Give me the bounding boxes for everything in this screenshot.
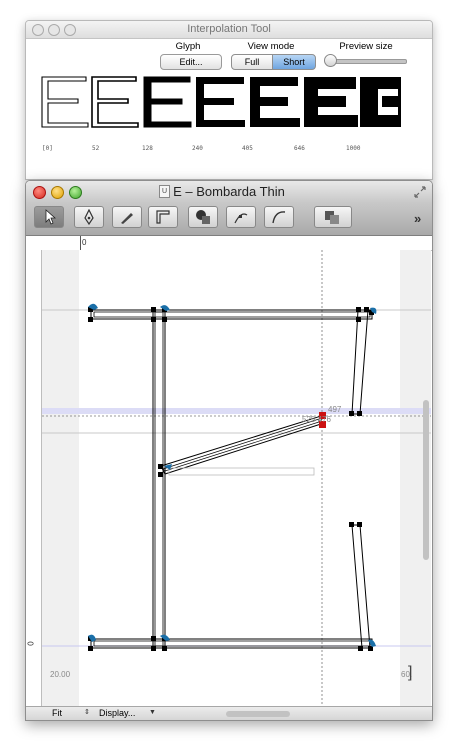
preview-glyph-1 xyxy=(91,76,139,128)
middle-arm-outline xyxy=(160,415,322,475)
edit-button[interactable]: Edit... xyxy=(160,54,222,70)
view-mode-label: View mode xyxy=(247,41,295,52)
xheight-guide xyxy=(42,408,431,414)
display-menu-arrow-icon[interactable]: ▼ xyxy=(149,709,156,716)
bottom-bar-inner xyxy=(93,640,371,647)
node-tool[interactable] xyxy=(226,206,256,228)
ruler-origin-tick xyxy=(80,236,81,250)
glyph-outline-svg[interactable] xyxy=(42,250,431,708)
window-title: Interpolation Tool xyxy=(187,23,271,35)
fullscreen-icon[interactable] xyxy=(414,185,426,198)
vertical-ruler: 0 xyxy=(26,250,42,708)
vruler-zero-label: 0 xyxy=(26,641,36,646)
interpolation-preview-strip xyxy=(41,76,401,128)
status-bar: Fit ⇕ Display... ▼ xyxy=(26,706,432,720)
glyph-label: Glyph xyxy=(175,41,201,52)
window-title: E – Bombarda Thin xyxy=(173,184,285,199)
toolbar-overflow-icon[interactable]: » xyxy=(414,211,421,226)
stem-inner xyxy=(154,311,164,647)
preview-glyph-2 xyxy=(143,76,192,128)
top-serif-outline xyxy=(351,309,369,415)
weight-label-1: 52 xyxy=(92,145,100,152)
weight-label-5: 646 xyxy=(294,145,305,152)
right-bracket-icon: ] xyxy=(408,664,413,681)
preview-size-label: Preview size xyxy=(339,41,393,52)
view-mode-short[interactable]: Short xyxy=(272,54,316,70)
measure-preview-bar xyxy=(168,467,315,476)
preview-glyph-5 xyxy=(304,77,358,127)
weight-label-0: [0] xyxy=(42,145,53,152)
middle-arm-inner xyxy=(162,418,320,472)
top-bar-inner xyxy=(93,311,371,318)
preview-size-slider-track[interactable] xyxy=(331,59,407,64)
horizontal-scrollbar-thumb[interactable] xyxy=(226,711,290,717)
preview-glyph-3 xyxy=(196,77,245,127)
zoom-select[interactable]: Fit xyxy=(52,708,62,718)
pen-tool[interactable] xyxy=(74,206,104,228)
preview-size-slider-knob[interactable] xyxy=(324,54,337,67)
bottom-bar-outline xyxy=(90,638,373,649)
weight-label-4: 405 xyxy=(242,145,253,152)
view-mode-full[interactable]: Full xyxy=(231,54,273,70)
glyph-editor-window: U E – Bombarda Thin » 0 0 497 525 476 20… xyxy=(25,180,433,721)
vertical-scrollbar-thumb[interactable] xyxy=(423,400,429,560)
coord-readout-2: 525 476 xyxy=(302,415,331,424)
preview-glyph-6 xyxy=(360,77,401,127)
pointer-tool[interactable] xyxy=(34,206,64,228)
top-bar-outline xyxy=(90,309,373,320)
bottom-serif-outline xyxy=(351,524,371,649)
weight-label-3: 240 xyxy=(192,145,203,152)
horizontal-ruler: 0 xyxy=(26,236,432,251)
ruler-zero-label: 0 xyxy=(82,238,87,247)
weight-label-2: 128 xyxy=(142,145,153,152)
curve-tool[interactable] xyxy=(264,206,294,228)
glyph-canvas[interactable]: 497 525 476 20.00 60. ] xyxy=(42,250,431,708)
display-menu[interactable]: Display... xyxy=(99,708,135,718)
left-sidebearing-value[interactable]: 20.00 xyxy=(50,670,70,679)
preview-glyph-4 xyxy=(250,77,300,127)
stepper-icon[interactable]: ⇕ xyxy=(84,708,90,716)
weight-label-6: 1000 xyxy=(346,145,361,152)
coord-readout-1: 497 xyxy=(328,405,342,414)
knife-tool[interactable] xyxy=(112,206,142,228)
measure-tool[interactable] xyxy=(148,206,178,228)
component-tool[interactable] xyxy=(314,206,352,228)
shape-tool[interactable] xyxy=(188,206,218,228)
preview-glyph-0 xyxy=(41,76,89,128)
interpolation-tool-window: Interpolation Tool Glyph Edit... View mo… xyxy=(25,20,433,180)
left-sidebearing-zone xyxy=(42,250,79,708)
outline-nodes xyxy=(88,307,374,651)
